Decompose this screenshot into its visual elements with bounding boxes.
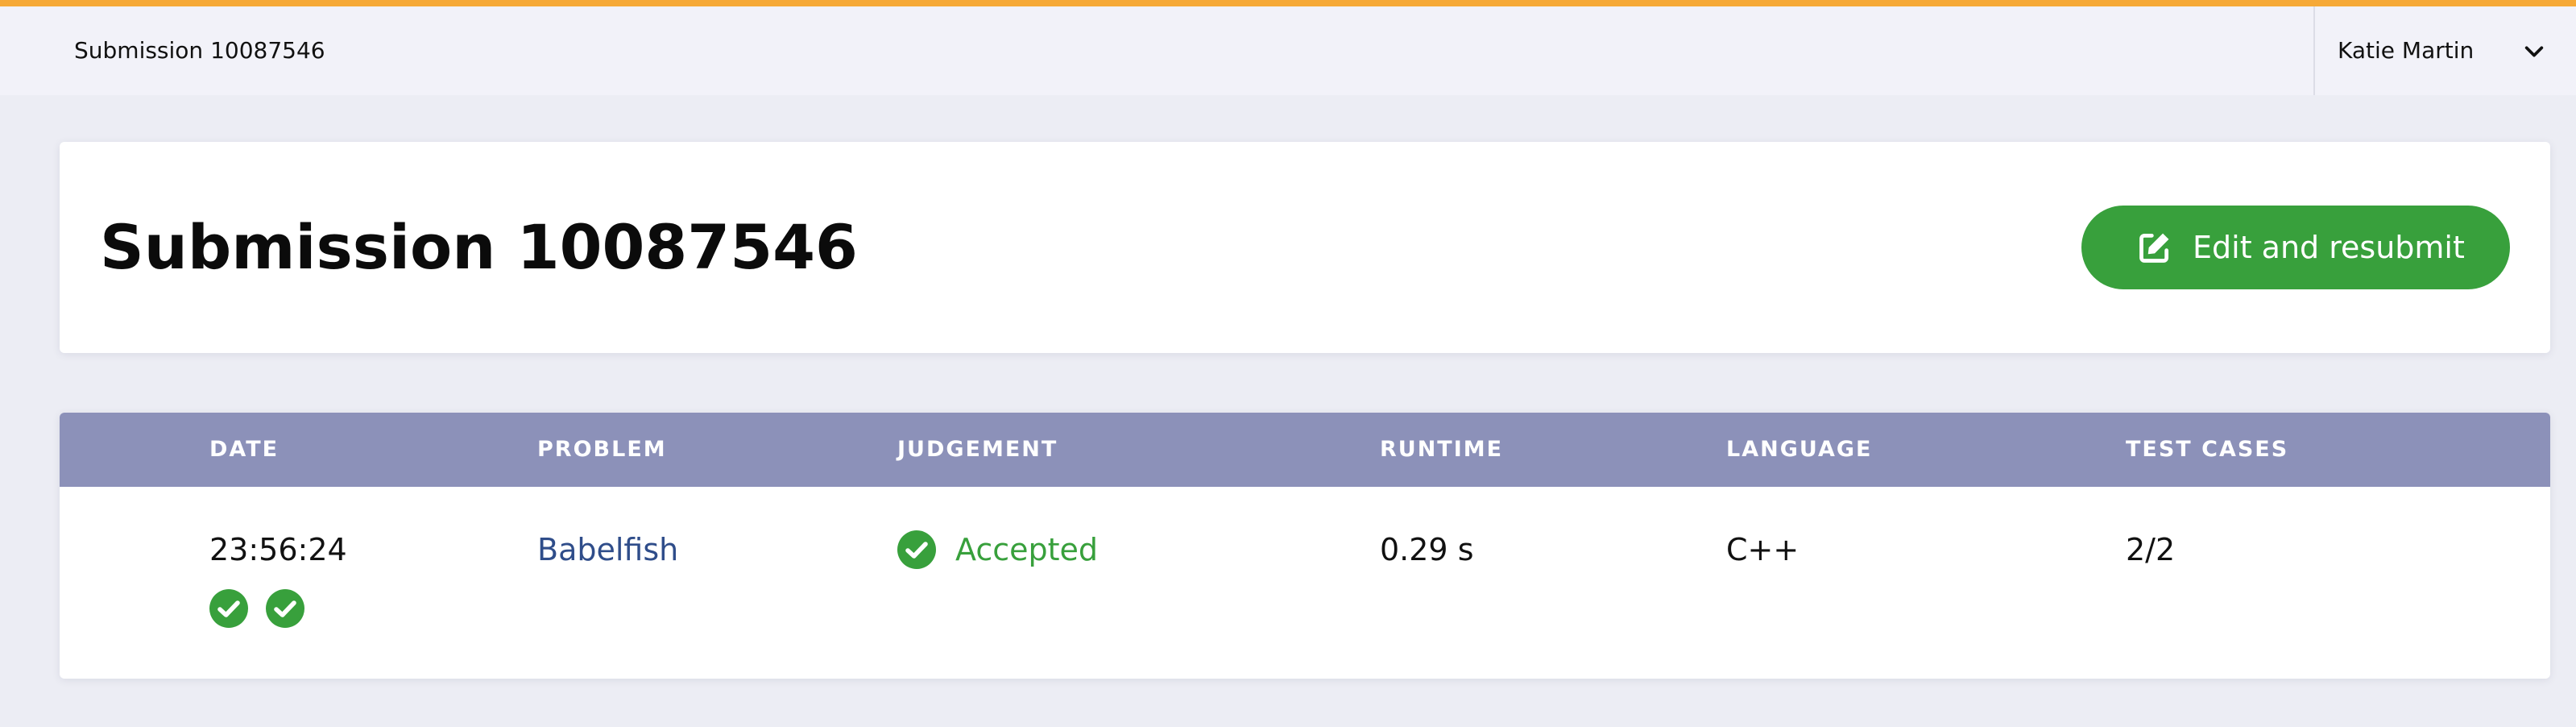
- column-header-language: LANGUAGE: [1726, 437, 1873, 462]
- check-circle-icon: [897, 530, 936, 569]
- problem-link[interactable]: Babelfish: [537, 519, 678, 580]
- edit-icon: [2139, 233, 2169, 263]
- table-header: DATE PROBLEM JUDGEMENT RUNTIME LANGUAGE …: [60, 413, 2550, 487]
- submission-header-card: Submission 10087546 Edit and resubmit: [60, 142, 2550, 353]
- user-name: Katie Martin: [2338, 37, 2475, 64]
- submission-date: 23:56:24: [209, 532, 347, 567]
- edit-and-resubmit-button[interactable]: Edit and resubmit: [2081, 206, 2510, 289]
- column-header-runtime: RUNTIME: [1380, 437, 1504, 462]
- submission-table: DATE PROBLEM JUDGEMENT RUNTIME LANGUAGE …: [60, 413, 2550, 679]
- user-menu[interactable]: Katie Martin: [2313, 6, 2576, 95]
- edit-and-resubmit-label: Edit and resubmit: [2193, 230, 2465, 265]
- test-case-1-check-icon[interactable]: [209, 589, 248, 628]
- column-header-problem: PROBLEM: [537, 437, 667, 462]
- top-bar: Submission 10087546 Katie Martin: [0, 6, 2576, 95]
- test-cases-value: 2/2: [2126, 532, 2176, 567]
- runtime-value: 0.29 s: [1380, 532, 1474, 567]
- breadcrumb: Submission 10087546: [74, 37, 325, 64]
- column-header-date: DATE: [209, 437, 280, 462]
- chevron-down-icon[interactable]: [2523, 40, 2545, 63]
- language-value: C++: [1726, 532, 1799, 567]
- column-header-judgement: JUDGEMENT: [897, 437, 1058, 462]
- accent-bar: [0, 0, 2576, 6]
- test-case-2-check-icon[interactable]: [266, 589, 304, 628]
- judgement-label: Accepted: [955, 532, 1099, 567]
- page-title: Submission 10087546: [100, 211, 858, 283]
- column-header-test-cases: TEST CASES: [2126, 437, 2289, 462]
